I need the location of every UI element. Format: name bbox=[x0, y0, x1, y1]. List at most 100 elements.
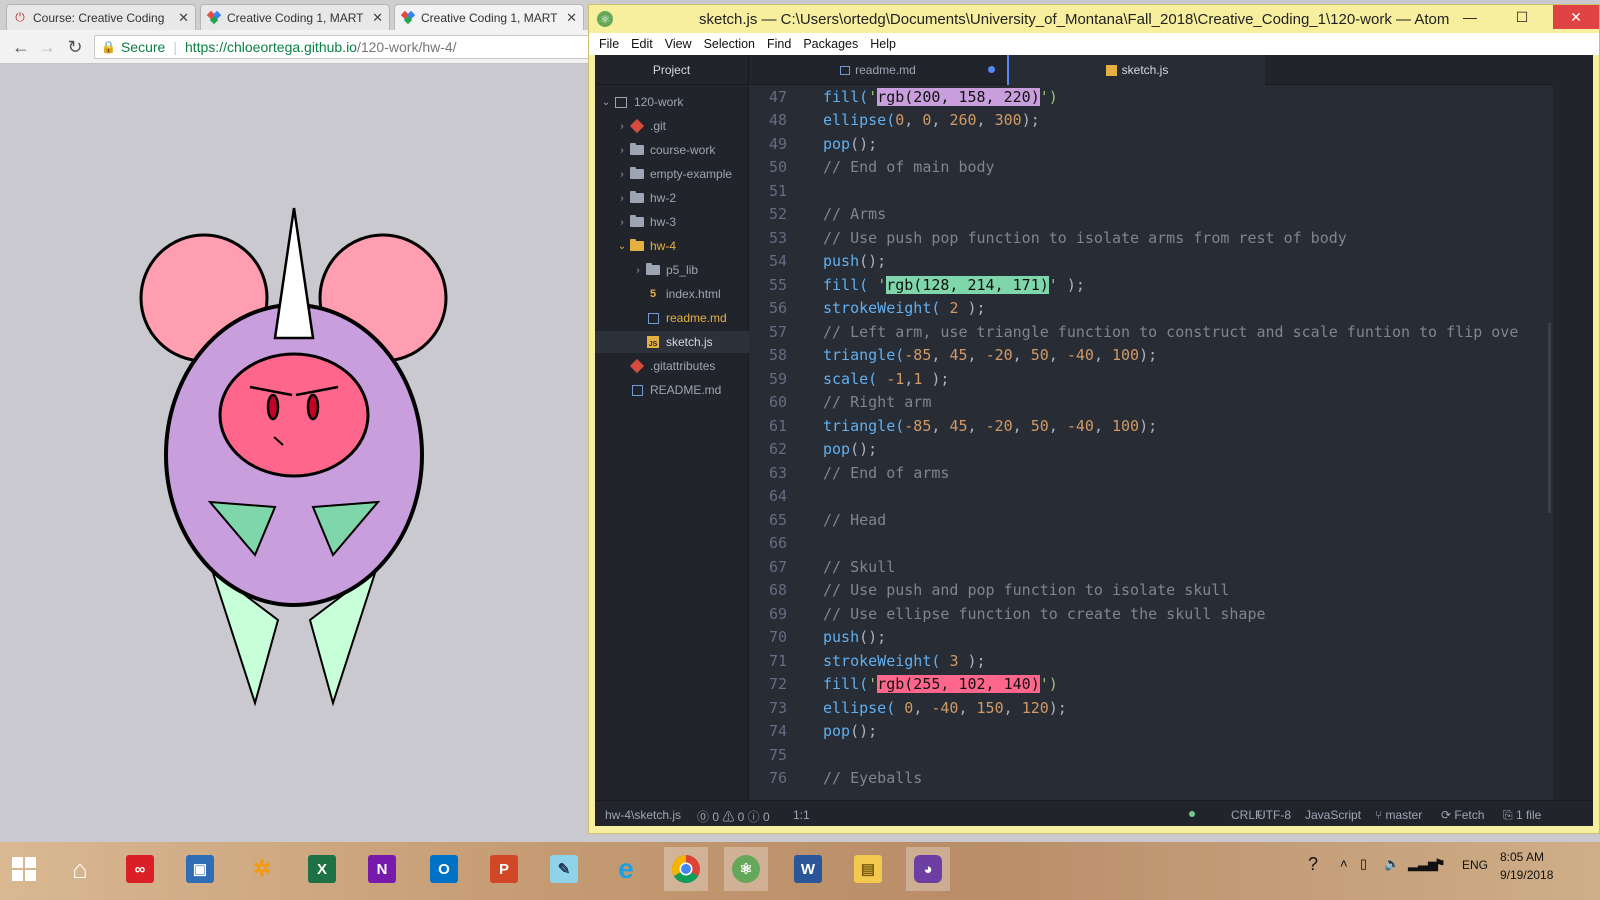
battery-icon[interactable]: ▯ bbox=[1360, 856, 1367, 872]
status-diagnostics[interactable]: ⓪ 0 ⚠ 0 ⓘ 0 bbox=[697, 808, 770, 825]
code-line[interactable]: 50 // End of main body bbox=[749, 156, 1553, 180]
code-line[interactable]: 73 ellipse( 0, -40, 150, 120); bbox=[749, 696, 1553, 720]
code-line[interactable]: 68 // Use push and pop function to isolat… bbox=[749, 579, 1553, 603]
menu-help[interactable]: Help bbox=[870, 37, 896, 51]
excel-icon[interactable]: X bbox=[300, 847, 344, 891]
code-line[interactable]: 74 pop(); bbox=[749, 720, 1553, 744]
tree-item-gitattributes[interactable]: .gitattributes bbox=[595, 355, 749, 377]
code-line[interactable]: 59 scale( -1,1 ); bbox=[749, 367, 1553, 391]
volume-icon[interactable]: 🔈 bbox=[1384, 856, 1400, 872]
tree-item-empty-example[interactable]: › empty-example bbox=[595, 163, 749, 185]
code-line[interactable]: 47 fill('rgb(200, 158, 220)') bbox=[749, 85, 1553, 109]
close-tab-icon[interactable]: ✕ bbox=[178, 10, 189, 26]
atom-app-icon[interactable]: ⚛ bbox=[724, 847, 768, 891]
clock-time[interactable]: 8:05 AM bbox=[1500, 850, 1544, 864]
code-line[interactable]: 48 ellipse(0, 0, 260, 300); bbox=[749, 109, 1553, 133]
page-canvas[interactable] bbox=[0, 65, 595, 842]
menu-packages[interactable]: Packages bbox=[803, 37, 858, 51]
status-fetch[interactable]: ⟳ Fetch bbox=[1441, 808, 1484, 822]
code-line[interactable]: 49 pop(); bbox=[749, 132, 1553, 156]
status-file-path[interactable]: hw-4\sketch.js bbox=[605, 808, 681, 822]
windows-start-icon[interactable] bbox=[2, 847, 46, 891]
home-icon[interactable]: ⌂ bbox=[58, 847, 102, 891]
code-line[interactable]: 71 strokeWeight( 3 ); bbox=[749, 649, 1553, 673]
status-encoding[interactable]: UTF-8 bbox=[1257, 808, 1291, 822]
adobe-cc-icon[interactable]: ∞ bbox=[118, 847, 162, 891]
editor-tab-sketch[interactable]: sketch.js bbox=[1007, 55, 1265, 85]
notepad-icon[interactable]: ✎ bbox=[542, 847, 586, 891]
github-desktop-icon[interactable]: ◕ bbox=[906, 847, 950, 891]
menu-edit[interactable]: Edit bbox=[631, 37, 653, 51]
tree-item-hw-3[interactable]: › hw-3 bbox=[595, 211, 749, 233]
reload-icon[interactable]: ↻ bbox=[64, 36, 86, 58]
code-line[interactable]: 66 bbox=[749, 532, 1553, 556]
virtualbox-icon[interactable]: ▣ bbox=[178, 847, 222, 891]
code-line[interactable]: 51 bbox=[749, 179, 1553, 203]
chevron-up-icon[interactable]: ˄ bbox=[1340, 856, 1348, 871]
tree-item-p5-lib[interactable]: › p5_lib bbox=[595, 259, 749, 281]
close-window-icon[interactable]: ✕ bbox=[1553, 5, 1599, 29]
browser-tab-creative-coding-1-active[interactable]: Creative Coding 1, MART ✕ bbox=[394, 4, 584, 30]
code-line[interactable]: 53 // Use push pop function to isolate ar… bbox=[749, 226, 1553, 250]
code-line[interactable]: 69 // Use ellipse function to create the … bbox=[749, 602, 1553, 626]
code-line[interactable]: 61 triangle(-85, 45, -20, 50, -40, 100); bbox=[749, 414, 1553, 438]
status-branch[interactable]: ⑂ master bbox=[1375, 808, 1422, 822]
code-line[interactable]: 70 push(); bbox=[749, 626, 1553, 650]
vertical-scrollbar[interactable] bbox=[1548, 323, 1551, 513]
back-arrow-icon[interactable]: ← bbox=[10, 36, 32, 58]
tree-item-git[interactable]: › .git bbox=[595, 115, 749, 137]
code-line[interactable]: 62 pop(); bbox=[749, 438, 1553, 462]
menu-find[interactable]: Find bbox=[767, 37, 791, 51]
tree-root-120-work[interactable]: ⌄ 120-work bbox=[595, 91, 749, 113]
code-line[interactable]: 52 // Arms bbox=[749, 203, 1553, 227]
help-icon[interactable]: ? bbox=[1308, 854, 1318, 875]
tree-item-readme-root[interactable]: README.md bbox=[595, 379, 749, 401]
menu-file[interactable]: File bbox=[599, 37, 619, 51]
tool-icon[interactable]: ✲ bbox=[240, 847, 284, 891]
code-line[interactable]: 54 push(); bbox=[749, 250, 1553, 274]
minimize-icon[interactable]: — bbox=[1453, 5, 1487, 29]
tree-item-index-html[interactable]: 5 index.html bbox=[595, 283, 749, 305]
code-line[interactable]: 58 triangle(-85, 45, -20, 50, -40, 100); bbox=[749, 344, 1553, 368]
tree-item-sketch-js[interactable]: JS sketch.js bbox=[595, 331, 749, 353]
code-line[interactable]: 63 // End of arms bbox=[749, 461, 1553, 485]
code-line[interactable]: 60 // Right arm bbox=[749, 391, 1553, 415]
forward-arrow-icon[interactable]: → bbox=[36, 36, 58, 58]
code-editor[interactable]: readme.md sketch.js 47 fill('rgb(200, 158… bbox=[749, 55, 1553, 826]
tree-item-hw-4[interactable]: ⌄ hw-4 bbox=[595, 235, 749, 257]
code-line[interactable]: 55 fill( 'rgb(128, 214, 171)' ); bbox=[749, 273, 1553, 297]
code-line[interactable]: 76 // Eyeballs bbox=[749, 767, 1553, 791]
status-grammar[interactable]: JavaScript bbox=[1305, 808, 1361, 822]
maximize-icon[interactable]: ☐ bbox=[1505, 5, 1539, 29]
tree-item-readme-md[interactable]: readme.md bbox=[595, 307, 749, 329]
status-cursor-position[interactable]: 1:1 bbox=[793, 808, 810, 822]
clock-date[interactable]: 9/19/2018 bbox=[1500, 868, 1553, 882]
code-line[interactable]: 64 bbox=[749, 485, 1553, 509]
status-changes[interactable]: ⎘ 1 file bbox=[1503, 808, 1541, 823]
internet-explorer-icon[interactable]: e bbox=[604, 847, 648, 891]
browser-tab-course[interactable]: ⏻ Course: Creative Coding ✕ bbox=[6, 4, 196, 30]
language-indicator[interactable]: ENG bbox=[1462, 858, 1488, 872]
powerpoint-icon[interactable]: P bbox=[482, 847, 526, 891]
browser-tab-creative-coding-1[interactable]: Creative Coding 1, MART ✕ bbox=[200, 4, 390, 30]
tree-item-course-work[interactable]: › course-work bbox=[595, 139, 749, 161]
code-line[interactable]: 72 fill('rgb(255, 102, 140)') bbox=[749, 673, 1553, 697]
menu-selection[interactable]: Selection bbox=[704, 37, 755, 51]
tree-item-hw-2[interactable]: › hw-2 bbox=[595, 187, 749, 209]
project-header[interactable]: Project bbox=[595, 55, 748, 85]
action-center-flag-icon[interactable]: ⚑ bbox=[1434, 856, 1446, 872]
chrome-icon[interactable] bbox=[664, 847, 708, 891]
file-explorer-icon[interactable]: ▤ bbox=[846, 847, 890, 891]
address-bar[interactable]: 🔒 Secure | https://chloeortega.github.io… bbox=[94, 35, 594, 59]
code-line[interactable]: 75 bbox=[749, 743, 1553, 767]
outlook-icon[interactable]: O bbox=[422, 847, 466, 891]
code-line[interactable]: 67 // Skull bbox=[749, 555, 1553, 579]
code-line[interactable]: 57 // Left arm, use triangle function to … bbox=[749, 320, 1553, 344]
editor-tab-readme[interactable]: readme.md bbox=[749, 55, 1007, 85]
code-line[interactable]: 65 // Head bbox=[749, 508, 1553, 532]
close-tab-icon[interactable]: ✕ bbox=[372, 10, 383, 26]
close-tab-icon[interactable]: ✕ bbox=[566, 10, 577, 26]
onenote-icon[interactable]: N bbox=[360, 847, 404, 891]
menu-view[interactable]: View bbox=[665, 37, 692, 51]
code-line[interactable]: 56 strokeWeight( 2 ); bbox=[749, 297, 1553, 321]
